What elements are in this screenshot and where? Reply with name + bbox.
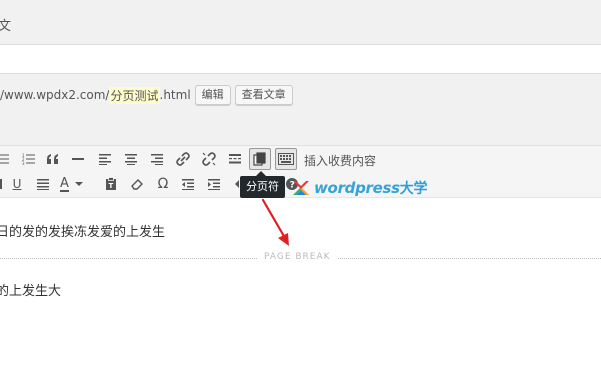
- page-break-label: PAGE BREAK: [258, 252, 337, 262]
- permalink: /www.wpdx2.com/ 分页测试 .html 编辑 查看文章: [0, 85, 293, 105]
- bullet-list-icon[interactable]: [0, 148, 12, 170]
- wordpress-daxue-logo: wordpress大学: [291, 178, 427, 198]
- align-center-icon[interactable]: [122, 148, 140, 170]
- text-color-label: A: [60, 175, 69, 192]
- link-icon[interactable]: [174, 148, 192, 170]
- clear-formatting-icon[interactable]: [128, 173, 146, 195]
- post-title-fragment: 文: [0, 19, 12, 34]
- logo-cn: 大学: [399, 181, 428, 197]
- read-more-icon[interactable]: [226, 148, 244, 170]
- toolbar-toggle-icon[interactable]: [275, 148, 297, 170]
- content-paragraph[interactable]: 的上发生大: [0, 280, 61, 299]
- view-post-button[interactable]: 查看文章: [234, 85, 293, 105]
- underline-icon[interactable]: U: [8, 173, 26, 195]
- justify-icon[interactable]: [34, 173, 52, 195]
- editor-content[interactable]: 日的发的发挨冻发爱的上发生 PAGE BREAK 的上发生大: [0, 199, 601, 372]
- permalink-area: /www.wpdx2.com/ 分页测试 .html 编辑 查看文章: [0, 74, 601, 146]
- indent-icon[interactable]: [205, 173, 223, 195]
- permalink-prefix[interactable]: /www.wpdx2.com/: [0, 88, 109, 102]
- text-color-icon[interactable]: A: [60, 173, 83, 195]
- blockquote-icon[interactable]: [44, 148, 62, 170]
- logo-text: wordpress大学: [314, 178, 427, 198]
- permalink-suffix: .html: [159, 88, 191, 102]
- unlink-icon[interactable]: [200, 148, 218, 170]
- annotation-arrow-icon: [261, 198, 289, 246]
- special-character-icon[interactable]: Ω: [154, 173, 172, 195]
- logo-latin: wordpress: [314, 179, 400, 197]
- numbered-list-icon[interactable]: 123: [20, 148, 38, 170]
- outdent-icon[interactable]: [179, 173, 197, 195]
- align-right-icon[interactable]: [148, 148, 166, 170]
- align-left-icon[interactable]: [96, 148, 114, 170]
- chevron-down-icon: [74, 182, 83, 186]
- insert-paid-content-button[interactable]: 插入收费内容: [304, 152, 376, 169]
- edit-permalink-button[interactable]: 编辑: [194, 85, 231, 105]
- content-paragraph[interactable]: 日的发的发挨冻发爱的上发生: [0, 221, 165, 240]
- svg-text:T: T: [109, 182, 114, 190]
- title-input[interactable]: [0, 45, 601, 74]
- permalink-slug[interactable]: 分页测试: [109, 86, 160, 104]
- paste-as-text-icon[interactable]: T: [102, 173, 120, 195]
- colorful-x-logo-icon: [293, 181, 309, 195]
- title-area: 文: [0, 0, 601, 45]
- svg-text:3: 3: [22, 161, 25, 165]
- page-break-icon[interactable]: [249, 148, 271, 170]
- horizontal-line-icon[interactable]: [69, 148, 87, 170]
- page-break-tooltip: 分页符: [240, 171, 285, 198]
